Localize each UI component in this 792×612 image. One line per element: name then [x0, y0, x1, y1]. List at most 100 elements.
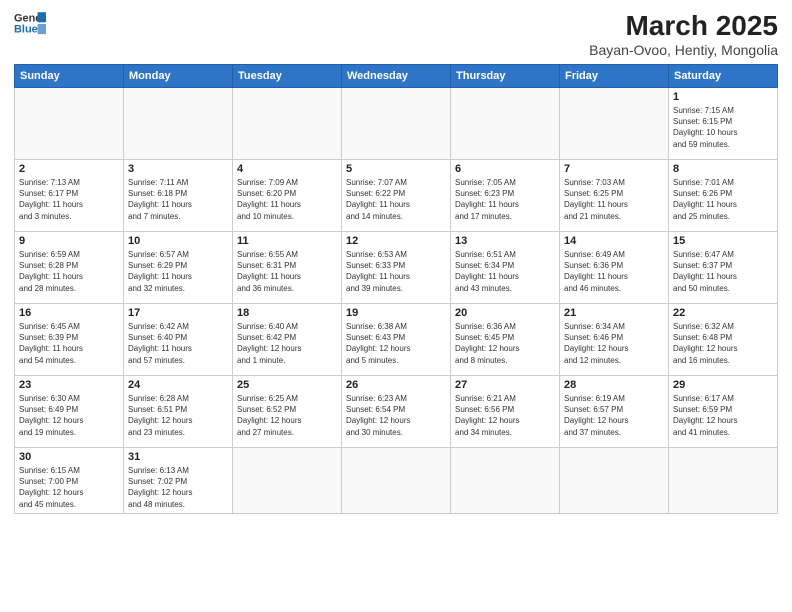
day-number: 3: [128, 163, 228, 175]
calendar-day-cell: 19 Sunrise: 6:38 AM Sunset: 6:43 PM Dayli…: [342, 304, 451, 376]
day-info: Sunrise: 6:45 AM Sunset: 6:39 PM Dayligh…: [19, 321, 119, 366]
calendar-day-cell: [451, 448, 560, 514]
day-info: Sunrise: 6:25 AM Sunset: 6:52 PM Dayligh…: [237, 393, 337, 438]
calendar-day-cell: 5 Sunrise: 7:07 AM Sunset: 6:22 PM Daylig…: [342, 160, 451, 232]
calendar-table: SundayMondayTuesdayWednesdayThursdayFrid…: [14, 64, 778, 514]
calendar-day-cell: 29 Sunrise: 6:17 AM Sunset: 6:59 PM Dayli…: [669, 376, 778, 448]
day-number: 9: [19, 235, 119, 247]
calendar-day-cell: 13Sunrise: 6:51 AM Sunset: 6:34 PM Dayli…: [451, 232, 560, 304]
day-info: Sunrise: 6:55 AM Sunset: 6:31 PM Dayligh…: [237, 249, 337, 294]
calendar-day-cell: 26 Sunrise: 6:23 AM Sunset: 6:54 PM Dayli…: [342, 376, 451, 448]
day-info: Sunrise: 6:34 AM Sunset: 6:46 PM Dayligh…: [564, 321, 664, 366]
calendar-day-cell: 28 Sunrise: 6:19 AM Sunset: 6:57 PM Dayli…: [560, 376, 669, 448]
calendar-week-row: 2Sunrise: 7:13 AM Sunset: 6:17 PM Daylig…: [15, 160, 778, 232]
day-number: 20: [455, 307, 555, 319]
day-number: 4: [237, 163, 337, 175]
day-number: 19: [346, 307, 446, 319]
day-info: Sunrise: 7:03 AM Sunset: 6:25 PM Dayligh…: [564, 177, 664, 222]
weekday-header-tuesday: Tuesday: [233, 65, 342, 88]
weekday-header-monday: Monday: [124, 65, 233, 88]
weekday-header-sunday: Sunday: [15, 65, 124, 88]
day-number: 27: [455, 379, 555, 391]
day-number: 26: [346, 379, 446, 391]
calendar-day-cell: [15, 88, 124, 160]
calendar-day-cell: [233, 448, 342, 514]
calendar-day-cell: 17 Sunrise: 6:42 AM Sunset: 6:40 PM Dayli…: [124, 304, 233, 376]
day-number: 2: [19, 163, 119, 175]
day-number: 1: [673, 91, 773, 103]
calendar-week-row: 23 Sunrise: 6:30 AM Sunset: 6:49 PM Dayli…: [15, 376, 778, 448]
calendar-day-cell: 18 Sunrise: 6:40 AM Sunset: 6:42 PM Dayli…: [233, 304, 342, 376]
day-number: 16: [19, 307, 119, 319]
calendar-header-row: SundayMondayTuesdayWednesdayThursdayFrid…: [15, 65, 778, 88]
day-info: Sunrise: 7:09 AM Sunset: 6:20 PM Dayligh…: [237, 177, 337, 222]
day-number: 5: [346, 163, 446, 175]
calendar-week-row: 9Sunrise: 6:59 AM Sunset: 6:28 PM Daylig…: [15, 232, 778, 304]
day-number: 18: [237, 307, 337, 319]
calendar-day-cell: 8Sunrise: 7:01 AM Sunset: 6:26 PM Daylig…: [669, 160, 778, 232]
day-number: 14: [564, 235, 664, 247]
calendar-day-cell: 21 Sunrise: 6:34 AM Sunset: 6:46 PM Dayli…: [560, 304, 669, 376]
day-info: Sunrise: 6:30 AM Sunset: 6:49 PM Dayligh…: [19, 393, 119, 438]
day-info: Sunrise: 7:15 AM Sunset: 6:15 PM Dayligh…: [673, 105, 773, 150]
calendar-title: March 2025: [589, 10, 778, 42]
svg-text:Blue: Blue: [14, 23, 38, 35]
day-info: Sunrise: 6:38 AM Sunset: 6:43 PM Dayligh…: [346, 321, 446, 366]
calendar-day-cell: [342, 448, 451, 514]
calendar-day-cell: 16 Sunrise: 6:45 AM Sunset: 6:39 PM Dayli…: [15, 304, 124, 376]
calendar-day-cell: 11Sunrise: 6:55 AM Sunset: 6:31 PM Dayli…: [233, 232, 342, 304]
calendar-day-cell: 27Sunrise: 6:21 AM Sunset: 6:56 PM Dayli…: [451, 376, 560, 448]
calendar-day-cell: 15Sunrise: 6:47 AM Sunset: 6:37 PM Dayli…: [669, 232, 778, 304]
day-info: Sunrise: 6:17 AM Sunset: 6:59 PM Dayligh…: [673, 393, 773, 438]
day-info: Sunrise: 6:23 AM Sunset: 6:54 PM Dayligh…: [346, 393, 446, 438]
calendar-day-cell: 6 Sunrise: 7:05 AM Sunset: 6:23 PM Daylig…: [451, 160, 560, 232]
day-number: 31: [128, 451, 228, 463]
calendar-week-row: 16 Sunrise: 6:45 AM Sunset: 6:39 PM Dayli…: [15, 304, 778, 376]
day-number: 23: [19, 379, 119, 391]
day-info: Sunrise: 6:13 AM Sunset: 7:02 PM Dayligh…: [128, 465, 228, 510]
calendar-day-cell: [560, 88, 669, 160]
day-number: 6: [455, 163, 555, 175]
day-info: Sunrise: 7:07 AM Sunset: 6:22 PM Dayligh…: [346, 177, 446, 222]
calendar-subtitle: Bayan-Ovoo, Hentiy, Mongolia: [589, 42, 778, 58]
day-info: Sunrise: 6:40 AM Sunset: 6:42 PM Dayligh…: [237, 321, 337, 366]
header: General Blue March 2025 Bayan-Ovoo, Hent…: [14, 10, 778, 58]
calendar-day-cell: 31 Sunrise: 6:13 AM Sunset: 7:02 PM Dayli…: [124, 448, 233, 514]
day-number: 17: [128, 307, 228, 319]
calendar-day-cell: 7Sunrise: 7:03 AM Sunset: 6:25 PM Daylig…: [560, 160, 669, 232]
calendar-day-cell: 23 Sunrise: 6:30 AM Sunset: 6:49 PM Dayli…: [15, 376, 124, 448]
day-info: Sunrise: 7:05 AM Sunset: 6:23 PM Dayligh…: [455, 177, 555, 222]
weekday-header-wednesday: Wednesday: [342, 65, 451, 88]
day-number: 10: [128, 235, 228, 247]
day-info: Sunrise: 6:57 AM Sunset: 6:29 PM Dayligh…: [128, 249, 228, 294]
page: General Blue March 2025 Bayan-Ovoo, Hent…: [0, 0, 792, 612]
generalblue-logo-icon: General Blue: [14, 10, 46, 38]
calendar-day-cell: 3Sunrise: 7:11 AM Sunset: 6:18 PM Daylig…: [124, 160, 233, 232]
day-number: 28: [564, 379, 664, 391]
day-number: 21: [564, 307, 664, 319]
calendar-day-cell: [560, 448, 669, 514]
calendar-day-cell: 12Sunrise: 6:53 AM Sunset: 6:33 PM Dayli…: [342, 232, 451, 304]
day-number: 8: [673, 163, 773, 175]
day-info: Sunrise: 6:15 AM Sunset: 7:00 PM Dayligh…: [19, 465, 119, 510]
day-info: Sunrise: 6:49 AM Sunset: 6:36 PM Dayligh…: [564, 249, 664, 294]
day-number: 25: [237, 379, 337, 391]
calendar-day-cell: [669, 448, 778, 514]
day-info: Sunrise: 6:42 AM Sunset: 6:40 PM Dayligh…: [128, 321, 228, 366]
day-info: Sunrise: 6:47 AM Sunset: 6:37 PM Dayligh…: [673, 249, 773, 294]
day-info: Sunrise: 6:19 AM Sunset: 6:57 PM Dayligh…: [564, 393, 664, 438]
day-number: 22: [673, 307, 773, 319]
day-info: Sunrise: 6:51 AM Sunset: 6:34 PM Dayligh…: [455, 249, 555, 294]
calendar-day-cell: [233, 88, 342, 160]
calendar-day-cell: 14 Sunrise: 6:49 AM Sunset: 6:36 PM Dayli…: [560, 232, 669, 304]
weekday-header-saturday: Saturday: [669, 65, 778, 88]
calendar-day-cell: [451, 88, 560, 160]
day-number: 29: [673, 379, 773, 391]
calendar-day-cell: 22Sunrise: 6:32 AM Sunset: 6:48 PM Dayli…: [669, 304, 778, 376]
day-number: 24: [128, 379, 228, 391]
day-number: 12: [346, 235, 446, 247]
calendar-day-cell: 9Sunrise: 6:59 AM Sunset: 6:28 PM Daylig…: [15, 232, 124, 304]
calendar-day-cell: [342, 88, 451, 160]
calendar-day-cell: 20 Sunrise: 6:36 AM Sunset: 6:45 PM Dayli…: [451, 304, 560, 376]
day-info: Sunrise: 6:36 AM Sunset: 6:45 PM Dayligh…: [455, 321, 555, 366]
